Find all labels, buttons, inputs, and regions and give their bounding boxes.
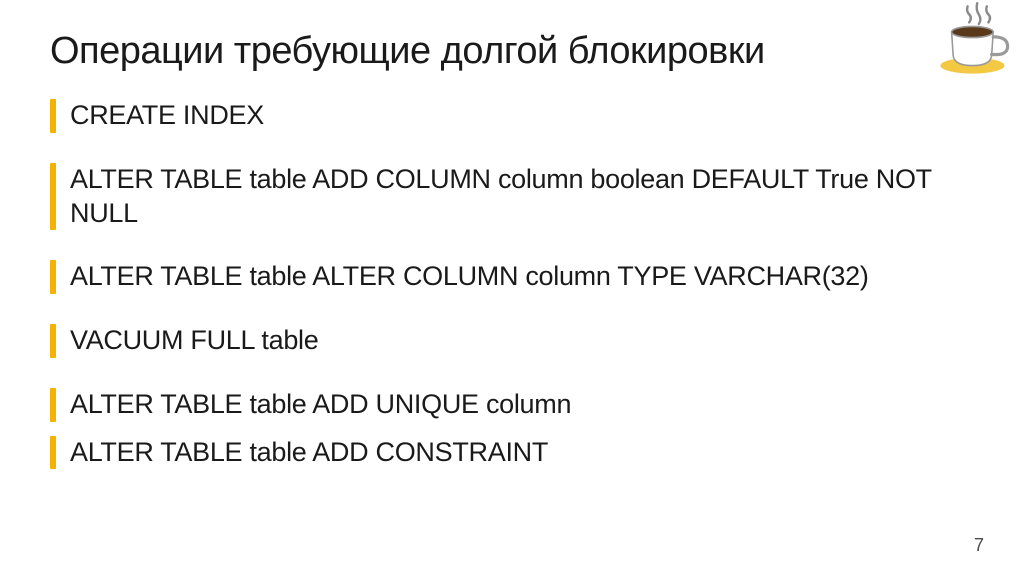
bullet-list-1: CREATE INDEX ALTER TABLE table ADD COLUM…	[50, 99, 974, 358]
bullet-text: ALTER TABLE table ADD CONSTRAINT	[70, 436, 548, 470]
bullet-bar-icon	[50, 324, 56, 358]
bullet-bar-icon	[50, 388, 56, 422]
bullet-item: ALTER TABLE table ADD CONSTRAINT	[50, 436, 974, 470]
bullet-text: ALTER TABLE table ADD COLUMN column bool…	[70, 163, 974, 231]
bullet-bar-icon	[50, 99, 56, 133]
coffee-cup-icon	[934, 0, 1014, 80]
bullet-bar-icon	[50, 163, 56, 231]
bullet-text: ALTER TABLE table ALTER COLUMN column TY…	[70, 260, 869, 294]
bullet-list-2: ALTER TABLE table ADD UNIQUE column ALTE…	[50, 388, 974, 470]
slide-title: Операции требующие долгой блокировки	[50, 30, 974, 73]
slide-container: Операции требующие долгой блокировки CRE…	[0, 0, 1024, 576]
bullet-item: ALTER TABLE table ALTER COLUMN column TY…	[50, 260, 974, 294]
bullet-bar-icon	[50, 436, 56, 470]
bullet-text: ALTER TABLE table ADD UNIQUE column	[70, 388, 571, 422]
bullet-item: ALTER TABLE table ADD COLUMN column bool…	[50, 163, 974, 231]
bullet-text: CREATE INDEX	[70, 99, 264, 133]
bullet-item: VACUUM FULL table	[50, 324, 974, 358]
bullet-item: CREATE INDEX	[50, 99, 974, 133]
page-number: 7	[974, 535, 984, 556]
bullet-bar-icon	[50, 260, 56, 294]
bullet-item: ALTER TABLE table ADD UNIQUE column	[50, 388, 974, 422]
bullet-text: VACUUM FULL table	[70, 324, 318, 358]
